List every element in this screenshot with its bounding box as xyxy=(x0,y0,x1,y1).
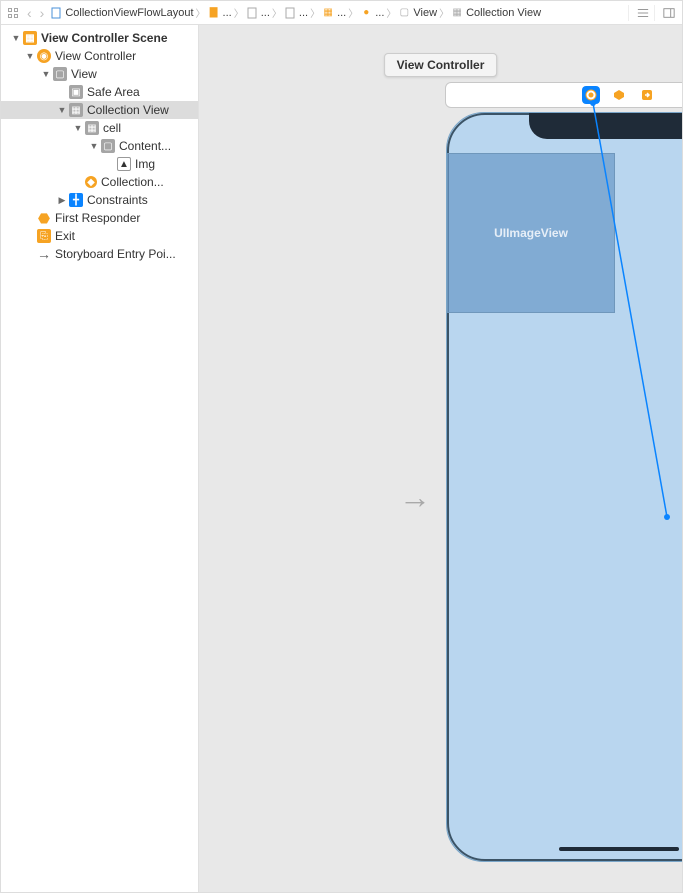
breadcrumb-item[interactable]: ... xyxy=(375,7,384,19)
entrypoint-icon: → xyxy=(37,247,51,261)
outline-label: Img xyxy=(135,157,198,171)
vc-icon: ◉ xyxy=(37,49,51,63)
outline-label: Content... xyxy=(119,139,198,153)
outline-flow-layout[interactable]: ◆ Collection... xyxy=(1,173,198,191)
outline-label: Collection View xyxy=(87,103,198,117)
firstresponder-icon: ⬣ xyxy=(37,211,51,225)
disclosure-icon[interactable] xyxy=(11,33,21,43)
related-items-icon[interactable] xyxy=(5,5,21,21)
top-toolbar: ‹ › CollectionViewFlowLayout 〉 ▇... 〉 ..… xyxy=(1,1,682,25)
outline-label: View xyxy=(71,67,198,81)
breadcrumb-item[interactable]: ... xyxy=(261,7,270,19)
exit-icon: ⎘ xyxy=(37,229,51,243)
outline-view-controller[interactable]: ◉ View Controller xyxy=(1,47,198,65)
collectionview-icon: ▦ xyxy=(69,103,83,117)
disclosure-icon[interactable] xyxy=(57,105,67,115)
dock-firstresponder-icon[interactable] xyxy=(611,87,627,103)
outline-img[interactable]: ▲ Img xyxy=(1,155,198,173)
breadcrumb-item[interactable]: View xyxy=(413,7,437,19)
outline-exit[interactable]: ⎘ Exit xyxy=(1,227,198,245)
grid-icon: ▦ xyxy=(451,7,463,19)
outline-content-view[interactable]: ▢ Content... xyxy=(1,137,198,155)
outline-safe-area[interactable]: ▣ Safe Area xyxy=(1,83,198,101)
safearea-icon: ▣ xyxy=(69,85,83,99)
contentview-icon: ▢ xyxy=(101,139,115,153)
outline-label: Constraints xyxy=(87,193,198,207)
adjust-editor-icon[interactable] xyxy=(628,5,650,21)
scene-icon: ▦ xyxy=(23,31,37,45)
outline-entry-point[interactable]: → Storyboard Entry Poi... xyxy=(1,245,198,263)
outline-collection-view[interactable]: ▦ Collection View xyxy=(1,101,198,119)
tooltip-view-controller: View Controller xyxy=(384,53,498,77)
toggle-panel-icon[interactable] xyxy=(654,5,676,21)
storyboard-icon xyxy=(246,7,258,19)
disclosure-icon[interactable] xyxy=(41,69,51,79)
document-outline[interactable]: ▦ View Controller Scene ◉ View Controlle… xyxy=(1,25,199,892)
nav-forward-icon[interactable]: › xyxy=(38,5,47,21)
disclosure-icon[interactable] xyxy=(25,51,35,61)
vc-icon: ● xyxy=(360,7,372,19)
breadcrumb-root[interactable]: CollectionViewFlowLayout xyxy=(65,7,193,19)
scene-dock[interactable] xyxy=(445,82,682,108)
imageview-icon: ▲ xyxy=(117,157,131,171)
file-icon xyxy=(50,7,62,19)
constraints-icon: ╋ xyxy=(69,193,83,207)
view-icon: ▢ xyxy=(53,67,67,81)
cell-icon: ▦ xyxy=(85,121,99,135)
storyboard-entry-arrow-icon[interactable]: → xyxy=(399,479,431,516)
outline-label: Collection... xyxy=(101,175,198,189)
storyboard-icon xyxy=(284,7,296,19)
outline-label: View Controller xyxy=(55,49,198,63)
outline-label: Exit xyxy=(55,229,198,243)
disclosure-icon[interactable] xyxy=(73,123,83,133)
folder-icon: ▇ xyxy=(208,7,220,19)
prototype-cell[interactable]: UIImageView xyxy=(447,153,615,313)
scene-icon: ▦ xyxy=(322,7,334,19)
device-notch xyxy=(529,113,683,139)
breadcrumb-item[interactable]: ... xyxy=(223,7,232,19)
outline-cell[interactable]: ▦ cell xyxy=(1,119,198,137)
outline-label: Safe Area xyxy=(87,85,198,99)
nav-back-icon[interactable]: ‹ xyxy=(25,5,34,21)
outline-first-responder[interactable]: ⬣ First Responder xyxy=(1,209,198,227)
outline-label: Storyboard Entry Poi... xyxy=(55,247,198,261)
dock-viewcontroller-icon[interactable] xyxy=(583,87,599,103)
view-icon: ▢ xyxy=(398,7,410,19)
outline-label: cell xyxy=(103,121,198,135)
outline-label: View Controller Scene xyxy=(41,31,198,45)
outline-view[interactable]: ▢ View xyxy=(1,65,198,83)
outline-label: First Responder xyxy=(55,211,198,225)
interface-builder-canvas[interactable]: View Controller UIImageView → xyxy=(199,25,682,892)
breadcrumb-item[interactable]: ... xyxy=(299,7,308,19)
outline-scene[interactable]: ▦ View Controller Scene xyxy=(1,29,198,47)
imageview-placeholder: UIImageView xyxy=(494,226,568,240)
outline-constraints[interactable]: ╋ Constraints xyxy=(1,191,198,209)
disclosure-icon[interactable] xyxy=(57,195,67,206)
breadcrumb-item[interactable]: ... xyxy=(337,7,346,19)
disclosure-icon[interactable] xyxy=(89,141,99,151)
breadcrumb[interactable]: CollectionViewFlowLayout 〉 ▇... 〉 ... 〉 … xyxy=(50,5,624,20)
breadcrumb-item[interactable]: Collection View xyxy=(466,7,541,19)
device-frame[interactable]: UIImageView xyxy=(446,112,682,862)
flowlayout-icon: ◆ xyxy=(85,176,97,188)
dock-exit-icon[interactable] xyxy=(639,87,655,103)
home-indicator xyxy=(559,847,679,851)
